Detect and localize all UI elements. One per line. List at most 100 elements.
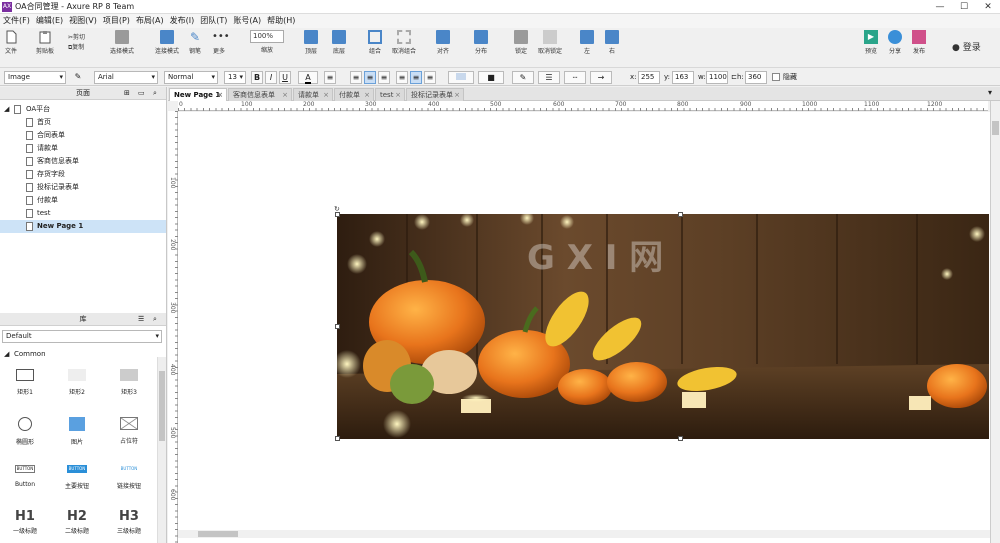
page-item-selected[interactable]: New Page 1: [0, 220, 166, 233]
x-input[interactable]: 255: [638, 71, 660, 84]
menu-file[interactable]: 文件(F): [0, 14, 33, 28]
file-button[interactable]: 文件: [4, 30, 18, 55]
font-family-select[interactable]: Arial: [94, 71, 158, 84]
library-section-common[interactable]: ◢ Common: [0, 348, 166, 361]
widget-image[interactable]: 图片: [52, 417, 102, 446]
valign-middle-button[interactable]: ≡: [410, 71, 422, 84]
align-text-right-button[interactable]: ≡: [378, 71, 390, 84]
tab-test[interactable]: test ×: [375, 88, 405, 101]
zoom-select[interactable]: 100%: [250, 30, 284, 43]
widget-button[interactable]: BUTTON Button: [0, 465, 50, 488]
left-button[interactable]: 左: [580, 30, 594, 55]
shadow-button[interactable]: ■: [478, 71, 504, 84]
page-item[interactable]: test: [0, 207, 166, 220]
close-tab-icon[interactable]: ×: [364, 89, 370, 101]
page-item[interactable]: 合同表单: [0, 129, 166, 142]
bring-top-button[interactable]: 顶层: [304, 30, 318, 55]
widget-primary-button[interactable]: BUTTON 主要按钮: [52, 465, 102, 490]
pen-button[interactable]: ✎ 钢笔: [188, 30, 202, 55]
widget-heading-1[interactable]: H1 一级标题: [0, 509, 50, 543]
close-tab-icon[interactable]: ×: [323, 89, 329, 101]
font-color-button[interactable]: A: [298, 71, 318, 84]
tabs-dropdown-icon[interactable]: ▾: [988, 88, 992, 97]
menu-team[interactable]: 团队(T): [197, 14, 230, 28]
line-style-button[interactable]: ┄: [564, 71, 586, 84]
more-button[interactable]: ••• 更多: [212, 30, 230, 55]
canvas-horizontal-scrollbar[interactable]: [178, 530, 990, 538]
valign-bottom-button[interactable]: ≡: [424, 71, 436, 84]
widget-ellipse[interactable]: 椭圆形: [0, 417, 50, 446]
close-tab-icon[interactable]: ×: [282, 89, 288, 101]
fill-color-button[interactable]: [448, 71, 474, 84]
widget-placeholder[interactable]: 占位符: [104, 417, 154, 445]
add-folder-icon[interactable]: ▭: [138, 87, 145, 100]
group-button[interactable]: 组合: [368, 30, 382, 55]
menu-help[interactable]: 帮助(H): [264, 14, 298, 28]
lock-ratio-icon[interactable]: ⊏: [731, 72, 737, 83]
menu-view[interactable]: 视图(V): [66, 14, 100, 28]
y-input[interactable]: 163: [672, 71, 694, 84]
page-item[interactable]: 付款单: [0, 194, 166, 207]
menu-arrange[interactable]: 布局(A): [133, 14, 167, 28]
close-tab-icon[interactable]: ×: [395, 89, 401, 101]
search-icon[interactable]: ⌕: [153, 87, 157, 100]
valign-top-button[interactable]: ≡: [396, 71, 408, 84]
distribute-button[interactable]: 分布: [474, 30, 488, 55]
align-text-left-button[interactable]: ≡: [350, 71, 362, 84]
page-tree-root[interactable]: ◢ OA平台: [0, 103, 166, 116]
tab-customer-info-form[interactable]: 客商信息表单 ×: [228, 88, 292, 101]
close-button[interactable]: ✕: [976, 0, 1000, 14]
align-button[interactable]: 对齐: [436, 30, 450, 55]
italic-button[interactable]: I: [265, 71, 277, 84]
library-scrollbar[interactable]: [157, 357, 166, 543]
right-button[interactable]: 右: [605, 30, 619, 55]
preview-button[interactable]: ▶ 预览: [864, 30, 878, 55]
lock-button[interactable]: 锁定: [514, 30, 528, 55]
share-button[interactable]: 分享: [888, 30, 902, 55]
tab-payment-request[interactable]: 请款单 ×: [293, 88, 333, 101]
menu-edit[interactable]: 编辑(E): [33, 14, 66, 28]
library-menu-icon[interactable]: ☰: [138, 313, 144, 326]
login-button[interactable]: ● 登录: [952, 40, 981, 53]
ungroup-button[interactable]: 取消组合: [392, 30, 416, 55]
width-input[interactable]: 1100: [706, 71, 728, 84]
image-widget[interactable]: G X I 网: [337, 214, 989, 439]
connect-mode-button[interactable]: 连接模式: [155, 30, 179, 55]
bold-button[interactable]: B: [251, 71, 263, 84]
format-painter-icon[interactable]: ✎: [72, 71, 84, 84]
canvas-vertical-scrollbar[interactable]: [990, 101, 1000, 543]
widget-heading-3[interactable]: H3 三级标题: [104, 509, 154, 543]
menu-project[interactable]: 项目(P): [100, 14, 133, 28]
widget-rectangle-1[interactable]: 矩形1: [0, 369, 50, 396]
page-item[interactable]: 投标记录表单: [0, 181, 166, 194]
widget-rectangle-3[interactable]: 矩形3: [104, 369, 154, 396]
close-tab-icon[interactable]: ×: [217, 89, 223, 101]
copy-button[interactable]: ⧉复制: [68, 42, 84, 52]
widget-style-select[interactable]: Image: [4, 71, 66, 84]
widget-heading-2[interactable]: H2 二级标题: [52, 509, 102, 543]
resize-handle-w[interactable]: [335, 324, 340, 329]
tab-new-page-1[interactable]: New Page 1 ×: [169, 88, 227, 101]
menu-publish[interactable]: 发布(I): [167, 14, 198, 28]
library-search-icon[interactable]: ⌕: [153, 313, 157, 326]
close-tab-icon[interactable]: ×: [454, 89, 460, 101]
minimize-button[interactable]: —: [928, 0, 952, 14]
resize-handle-sw[interactable]: [335, 436, 340, 441]
resize-handle-n[interactable]: [678, 212, 683, 217]
line-color-button[interactable]: ✎: [512, 71, 534, 84]
font-weight-select[interactable]: Normal: [164, 71, 218, 84]
bullets-button[interactable]: ≡: [324, 71, 336, 84]
menu-account[interactable]: 账号(A): [230, 14, 264, 28]
hidden-checkbox[interactable]: [772, 73, 780, 81]
page-item[interactable]: 客商信息表单: [0, 155, 166, 168]
page-item[interactable]: 请款单: [0, 142, 166, 155]
page-item[interactable]: 首页: [0, 116, 166, 129]
underline-button[interactable]: U: [279, 71, 291, 84]
widget-rectangle-2[interactable]: 矩形2: [52, 369, 102, 396]
tab-bid-record-form[interactable]: 投标记录表单 ×: [406, 88, 464, 101]
add-page-icon[interactable]: ⊞: [124, 87, 130, 100]
line-width-button[interactable]: ☰: [538, 71, 560, 84]
font-size-select[interactable]: 13: [224, 71, 246, 84]
align-text-center-button[interactable]: ≡: [364, 71, 376, 84]
maximize-button[interactable]: ☐: [952, 0, 976, 14]
